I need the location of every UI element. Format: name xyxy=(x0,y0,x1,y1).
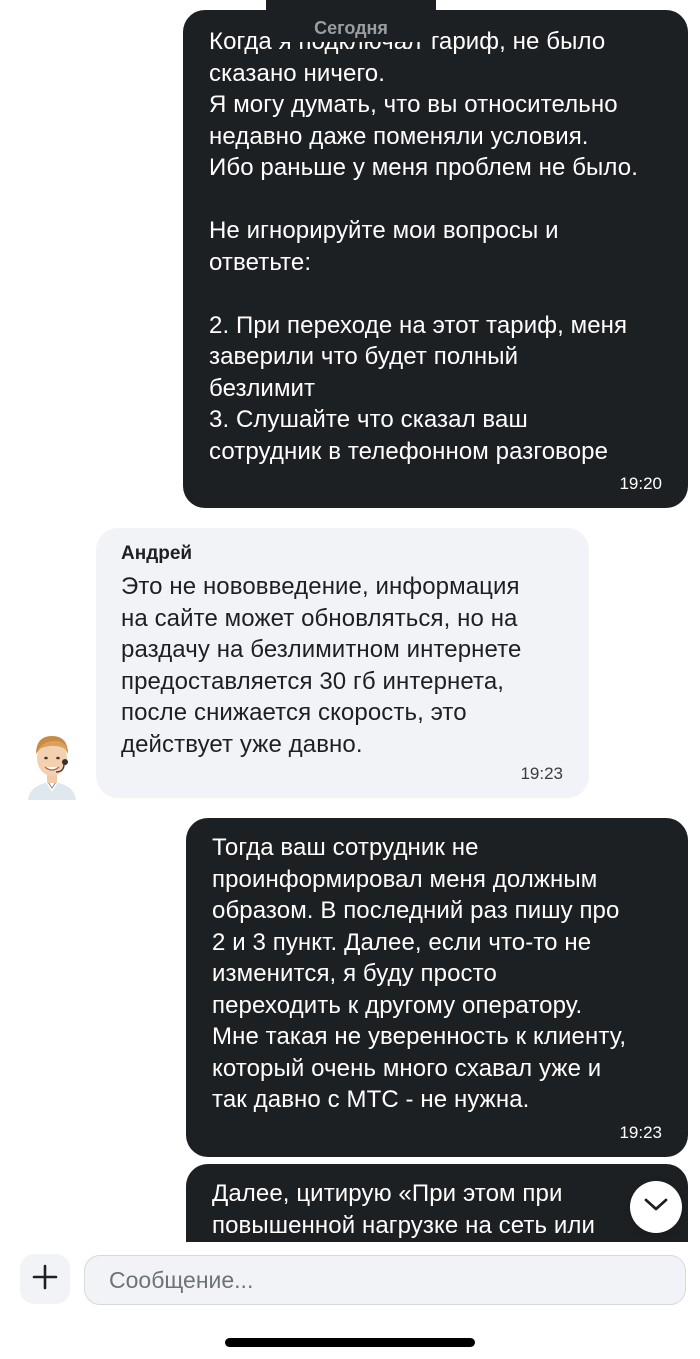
message-composer xyxy=(0,1242,700,1359)
chat-area[interactable]: Когда я подключал тариф, не было сказано… xyxy=(0,0,700,1242)
message-text: Тогда ваш сотрудник не проинформировал м… xyxy=(212,834,627,1113)
chevron-down-icon xyxy=(643,1197,669,1218)
home-indicator xyxy=(225,1338,475,1347)
message-outgoing[interactable]: Далее, цитирую «При этом при повышенной … xyxy=(186,1164,688,1242)
message-incoming[interactable]: Андрей Это не нововведение, информация н… xyxy=(96,528,589,798)
message-outgoing[interactable]: Когда я подключал тариф, не было сказано… xyxy=(183,10,688,508)
operator-avatar xyxy=(24,728,80,800)
message-text: Когда я подключал тариф, не было сказано… xyxy=(209,28,639,465)
sender-name: Андрей xyxy=(121,543,193,564)
plus-icon xyxy=(32,1264,58,1295)
message-time: 19:23 xyxy=(520,764,563,783)
message-outgoing[interactable]: Тогда ваш сотрудник не проинформировал м… xyxy=(186,818,688,1157)
message-text: Далее, цитирую «При этом при повышенной … xyxy=(212,1180,595,1239)
message-time: 19:20 xyxy=(619,474,662,493)
attach-button[interactable] xyxy=(20,1254,70,1304)
date-separator: Сегодня xyxy=(314,18,388,38)
message-time: 19:23 xyxy=(619,1123,662,1142)
message-text: Это не нововведение, информация на сайте… xyxy=(121,573,522,758)
scroll-to-bottom-button[interactable] xyxy=(630,1181,682,1233)
message-input[interactable] xyxy=(84,1255,686,1305)
